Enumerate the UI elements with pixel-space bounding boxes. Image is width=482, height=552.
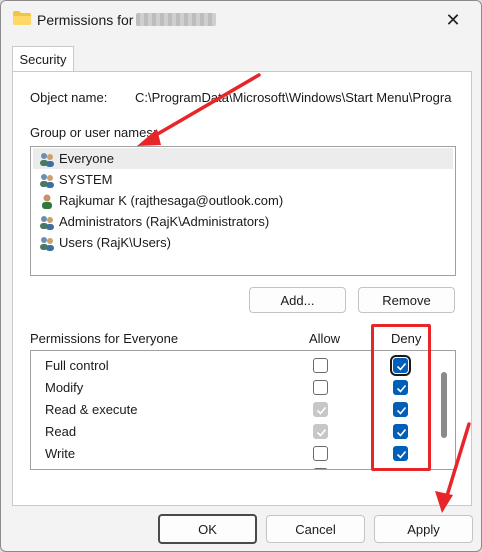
annotation-arrows (137, 73, 471, 513)
arrow-to-group-list (137, 73, 261, 146)
arrow-to-apply (435, 422, 471, 513)
permissions-dialog: Permissions for ✕ Security Object name: … (0, 0, 482, 552)
